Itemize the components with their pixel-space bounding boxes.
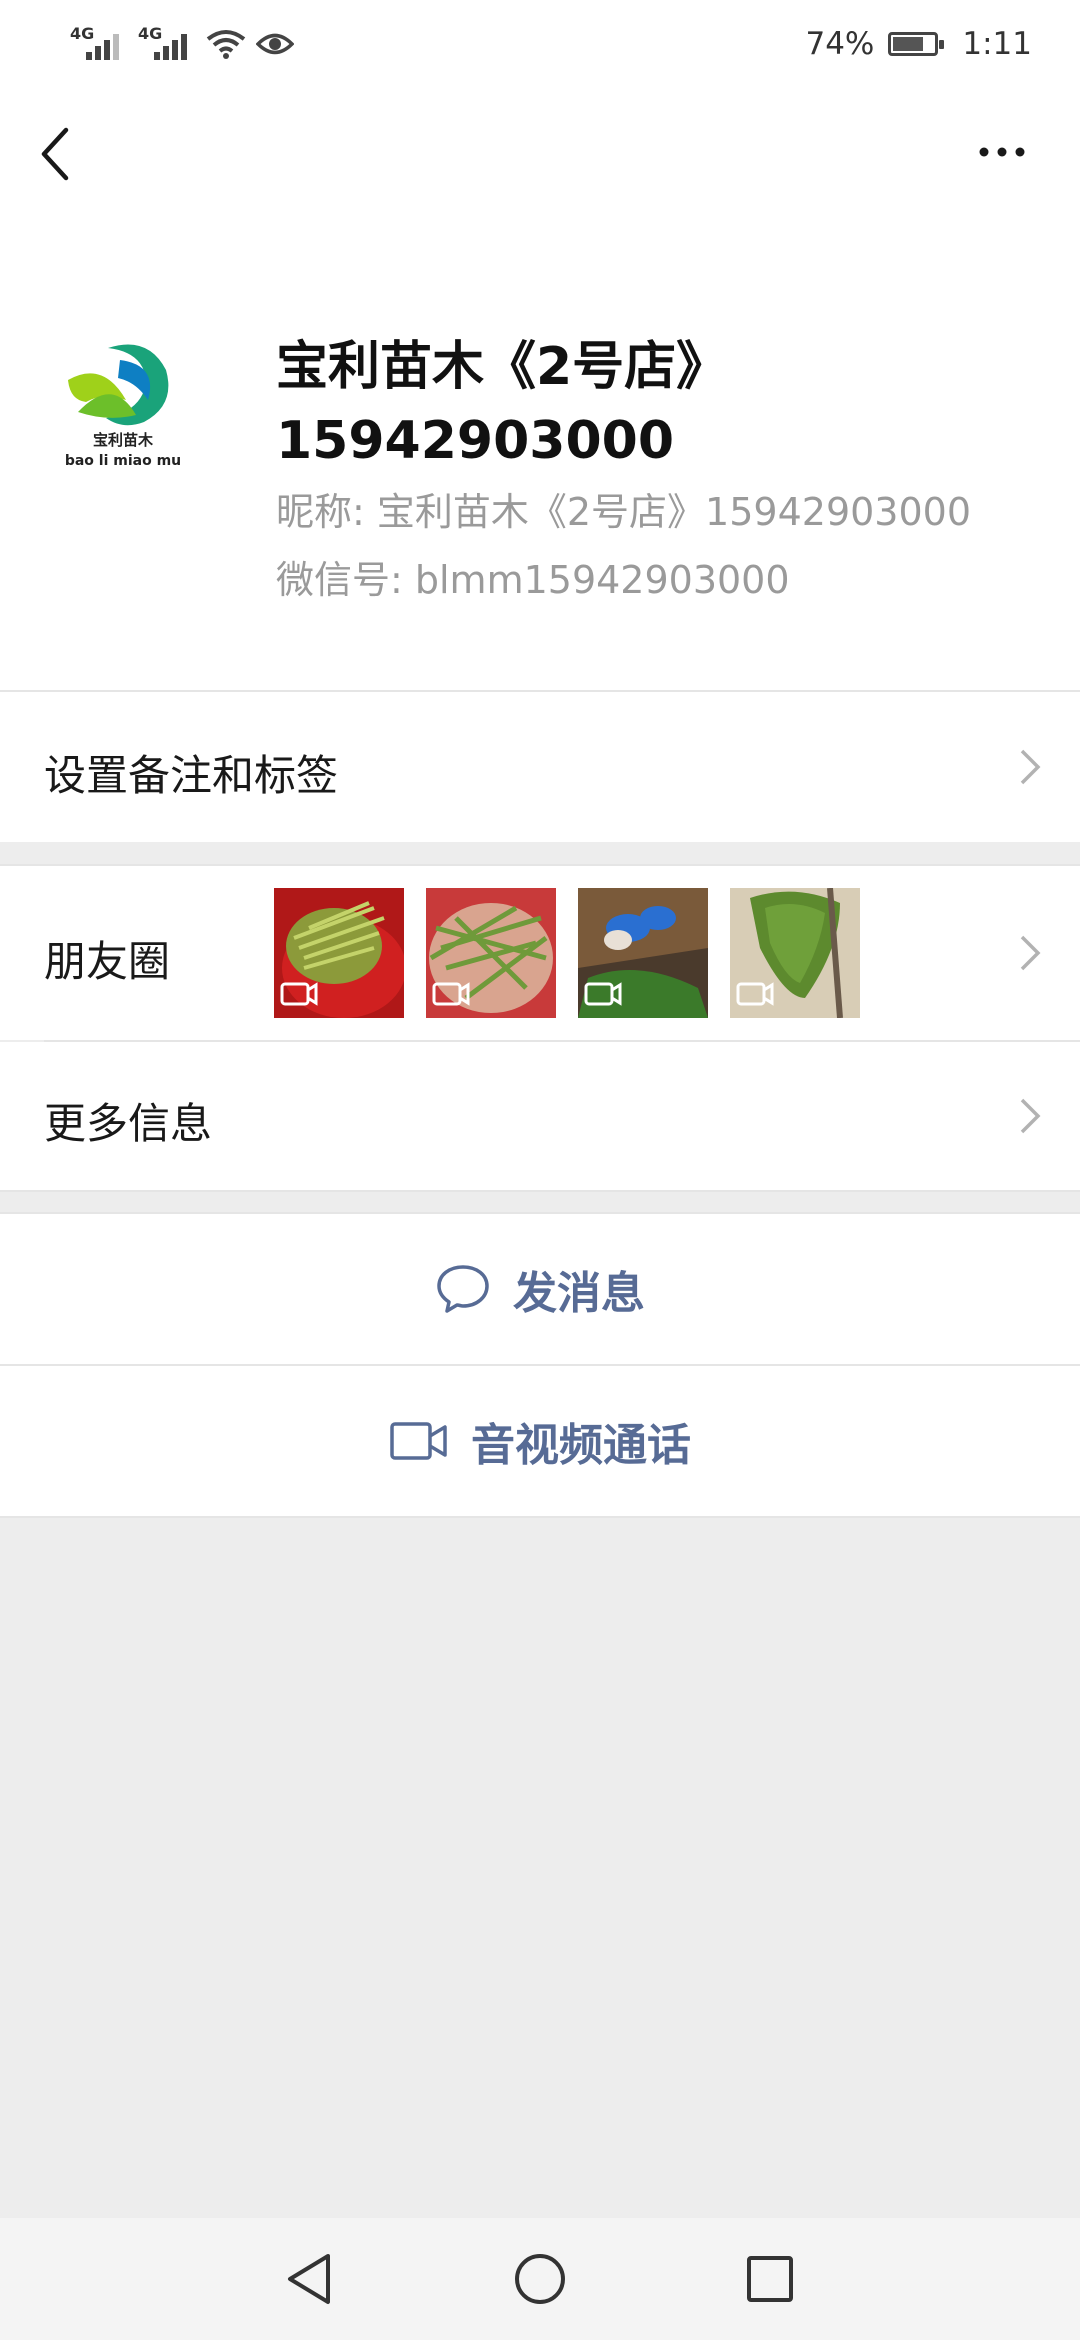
back-arrow-icon[interactable] [36,126,76,182]
contact-name-line-2: 15942903000 [276,411,674,471]
cellular-signal-icon: 4G [70,24,128,64]
remarks-tags-row[interactable]: 设置备注和标签 [0,692,1080,842]
moments-row[interactable]: 朋友圈 [0,866,1080,1040]
network-type-label: 4G [138,24,163,43]
chevron-right-icon [1020,935,1041,971]
status-bar-left: 4G 4G [70,22,294,66]
battery-icon [888,32,945,56]
wifi-icon [206,30,246,59]
contact-name: 宝利苗木《2号店》 15942903000 [276,330,1036,478]
chat-bubble-icon [437,1265,489,1313]
cellular-signal-icon: 4G [138,24,196,64]
top-navigation-bar [0,90,1080,210]
remarks-tags-label: 设置备注和标签 [44,751,339,800]
more-info-label: 更多信息 [44,1099,213,1148]
status-bar-right: 74% 1:11 [805,22,1032,66]
wechat-id: 微信号: blmm15942903000 [276,558,790,602]
moments-thumbnail [274,888,404,1018]
more-dots-icon[interactable] [976,130,1028,174]
nav-back-icon[interactable] [284,2252,334,2306]
divider [0,1190,1080,1192]
moments-thumbnail [578,888,708,1018]
svg-text:宝利苗木: 宝利苗木 [93,431,154,449]
moments-label: 朋友圈 [44,937,171,986]
chevron-right-icon [1020,1098,1041,1134]
avatar[interactable]: 宝利苗木 bao li miao mu [48,330,198,480]
clock: 1:11 [962,26,1032,62]
brand-logo-icon: 宝利苗木 bao li miao mu [65,344,181,469]
nav-home-icon[interactable] [513,2252,567,2306]
contact-name-line-1: 宝利苗木《2号店》 [276,337,729,397]
video-call-label: 音视频通话 [471,1420,691,1471]
more-info-row[interactable]: 更多信息 [0,1042,1080,1190]
chevron-right-icon [1020,749,1041,785]
svg-text:bao li miao mu: bao li miao mu [65,453,181,469]
nickname: 昵称: 宝利苗木《2号店》15942903000 [276,490,972,534]
battery-percent: 74% [805,26,875,62]
send-message-label: 发消息 [513,1268,645,1319]
eye-icon [256,33,294,55]
moments-thumbnail [730,888,860,1018]
send-message-button[interactable]: 发消息 [0,1214,1080,1364]
video-camera-icon [390,1422,447,1460]
divider [0,1516,1080,1518]
moments-thumbnail [426,888,556,1018]
network-type-label: 4G [70,24,95,43]
video-call-button[interactable]: 音视频通话 [0,1366,1080,1516]
nav-recents-icon[interactable] [745,2254,795,2304]
